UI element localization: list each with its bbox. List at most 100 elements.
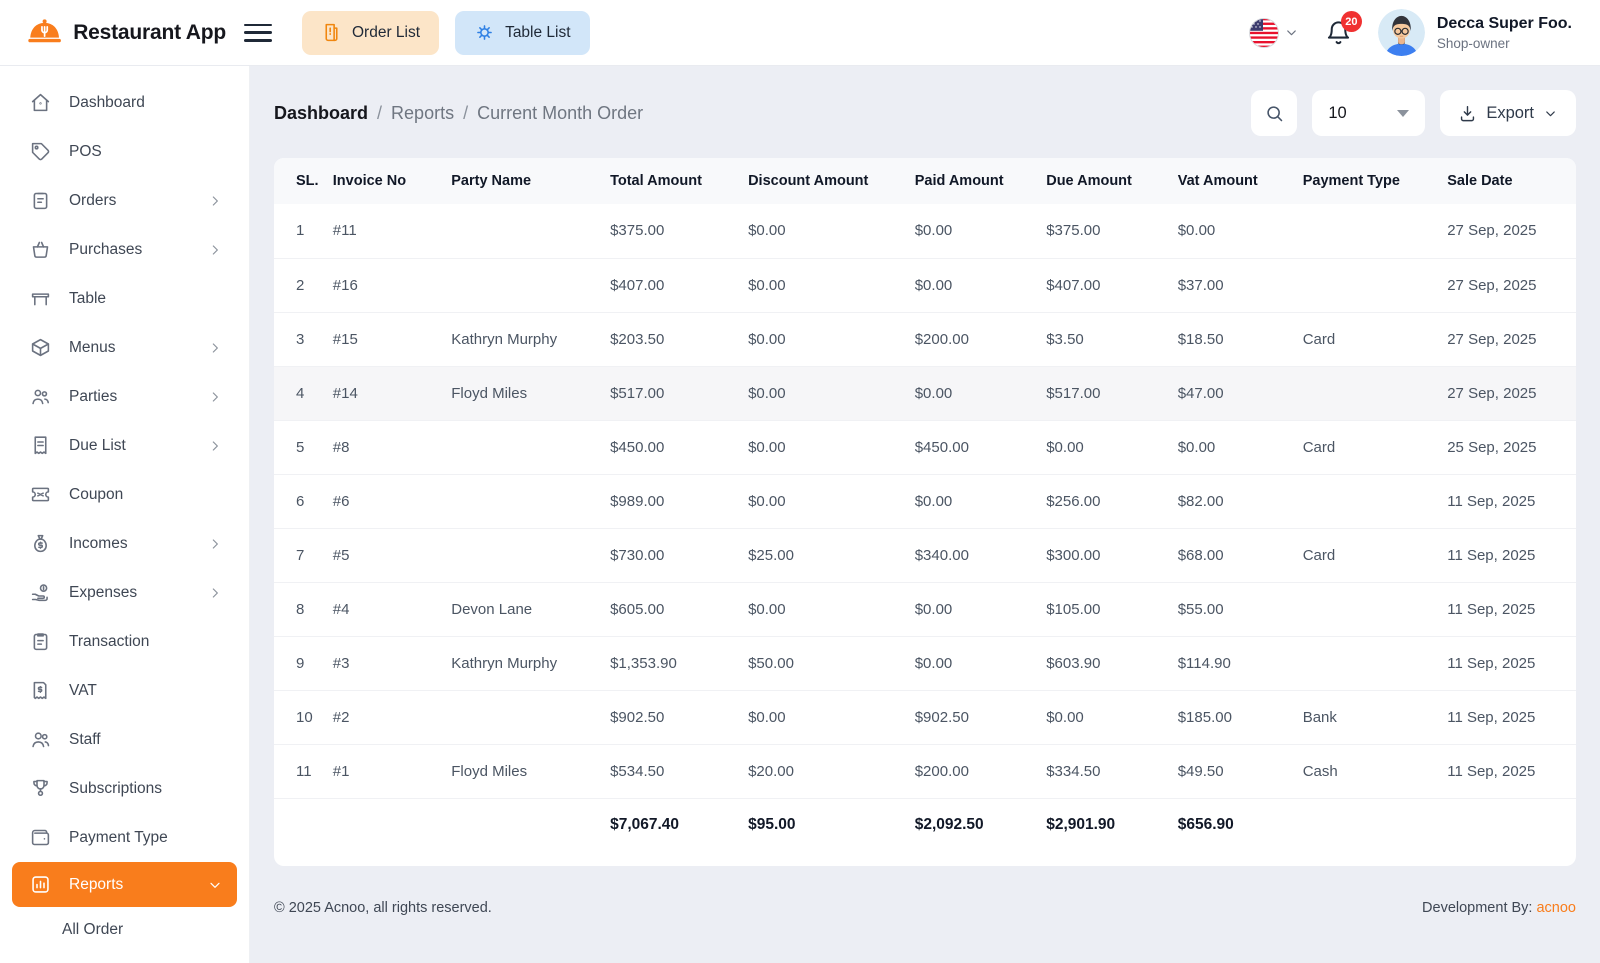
sidebar-item-incomes[interactable]: Incomes [0,519,249,568]
sidebar-item-purchases[interactable]: Purchases [0,225,249,274]
table-row[interactable]: 7 #5 $730.00 $25.00 $340.00 $300.00 $68.… [274,528,1576,582]
cell-sale-date: 11 Sep, 2025 [1439,474,1576,528]
sidebar-item-parties[interactable]: Parties [0,372,249,421]
sidebar-item-menus[interactable]: Menus [0,323,249,372]
sidebar-item-coupon[interactable]: Coupon [0,470,249,519]
page-size-select[interactable]: 10 [1312,90,1425,136]
table-row[interactable]: 1 #11 $375.00 $0.00 $0.00 $375.00 $0.00 … [274,204,1576,258]
sidebar-item-payment-type[interactable]: Payment Type [0,813,249,862]
page-footer: © 2025 Acnoo, all rights reserved. Devel… [274,900,1576,916]
cell-payment-type [1295,258,1440,312]
chevron-right-icon [207,340,223,356]
ticket-icon [30,484,51,505]
table-row[interactable]: 2 #16 $407.00 $0.00 $0.00 $407.00 $37.00… [274,258,1576,312]
acnoo-link[interactable]: acnoo [1536,900,1576,916]
order-list-button[interactable]: Order List [302,11,439,55]
cell-payment-type: Bank [1295,690,1440,744]
cell-party-name: Devon Lane [443,582,602,636]
us-flag-icon [1249,18,1279,48]
language-selector[interactable] [1249,18,1299,48]
cell-invoice-no: #1 [325,744,443,798]
cell-vat-amount: $0.00 [1170,204,1295,258]
cell-due-amount: $603.90 [1038,636,1170,690]
user-meta[interactable]: Decca Super Foo. Shop-owner [1437,15,1572,51]
cell-due-amount: $105.00 [1038,582,1170,636]
table-row[interactable]: 5 #8 $450.00 $0.00 $450.00 $0.00 $0.00 C… [274,420,1576,474]
sidebar-subitem-all-order[interactable]: All Order [62,921,249,939]
sidebar-item-dashboard[interactable]: Dashboard [0,78,249,127]
cell-invoice-no: #15 [325,312,443,366]
brand-name: Restaurant App [73,21,226,45]
sidebar-item-due-list[interactable]: Due List [0,421,249,470]
sidebar-item-pos[interactable]: POS [0,127,249,176]
cell-paid-amount: $0.00 [907,582,1039,636]
chevron-right-icon [207,193,223,209]
sidebar-item-transaction[interactable]: Transaction [0,617,249,666]
cell-total-amount: $203.50 [602,312,740,366]
sidebar-item-vat[interactable]: VAT [0,666,249,715]
orders-table-header: SL.Invoice NoParty NameTotal AmountDisco… [274,158,1576,204]
user-role: Shop-owner [1437,36,1572,51]
sidebar-item-table[interactable]: Table [0,274,249,323]
trophy-icon [30,778,51,799]
sidebar-item-expenses[interactable]: Expenses [0,568,249,617]
cell-invoice-no: #5 [325,528,443,582]
sidebar-item-label: Subscriptions [69,780,223,798]
basket-icon [30,239,51,260]
table-row[interactable]: 3 #15 Kathryn Murphy $203.50 $0.00 $200.… [274,312,1576,366]
cell-discount-amount: $0.00 [740,204,907,258]
sidebar-item-reports[interactable]: Reports [12,862,237,907]
chevron-down-icon [1284,25,1299,40]
dev-credit: Development By: acnoo [1422,900,1576,916]
cell-paid-amount: $450.00 [907,420,1039,474]
cell-due-amount: $256.00 [1038,474,1170,528]
cell-sl: 8 [274,582,325,636]
user-avatar[interactable] [1378,9,1425,56]
cell-due-amount: $334.50 [1038,744,1170,798]
cell-invoice-no: #11 [325,204,443,258]
cell-total-amount: $375.00 [602,204,740,258]
cell-discount-amount: $0.00 [740,258,907,312]
cell-paid-amount: $200.00 [907,744,1039,798]
table-list-button[interactable]: Table List [455,11,589,55]
cell-paid-amount: $200.00 [907,312,1039,366]
search-button[interactable] [1251,90,1297,136]
column-header: Vat Amount [1170,158,1295,204]
chevron-right-icon [207,242,223,258]
breadcrumb-dashboard[interactable]: Dashboard [274,103,368,124]
cell-sl: 7 [274,528,325,582]
cell-party-name [443,204,602,258]
brand-logo[interactable]: Restaurant App [0,15,226,51]
totals-vat-amount: $656.90 [1170,798,1295,852]
cell-sl: 5 [274,420,325,474]
hamburger-menu-icon[interactable] [244,22,272,44]
app-header: Restaurant App Order List Table List [0,0,1600,66]
table-row[interactable]: 6 #6 $989.00 $0.00 $0.00 $256.00 $82.00 … [274,474,1576,528]
export-button[interactable]: Export [1440,90,1576,136]
notifications-button[interactable]: 20 [1325,19,1352,46]
users-icon [30,386,51,407]
cell-party-name: Kathryn Murphy [443,636,602,690]
breadcrumb-reports[interactable]: Reports [391,103,454,124]
restaurant-logo-icon [26,15,63,51]
cell-vat-amount: $82.00 [1170,474,1295,528]
cell-sl: 1 [274,204,325,258]
orders-report-card: SL.Invoice NoParty NameTotal AmountDisco… [274,158,1576,866]
cell-payment-type: Card [1295,312,1440,366]
order-list-label: Order List [352,24,420,42]
sidebar-item-orders[interactable]: Orders [0,176,249,225]
table-row[interactable]: 10 #2 $902.50 $0.00 $902.50 $0.00 $185.0… [274,690,1576,744]
sidebar-item-label: Due List [69,437,189,455]
sidebar-item-subscriptions[interactable]: Subscriptions [0,764,249,813]
cell-party-name [443,258,602,312]
table-row[interactable]: 8 #4 Devon Lane $605.00 $0.00 $0.00 $105… [274,582,1576,636]
search-icon [1264,103,1285,124]
table-row[interactable]: 4 #14 Floyd Miles $517.00 $0.00 $0.00 $5… [274,366,1576,420]
sidebar-item-staff[interactable]: Staff [0,715,249,764]
cell-party-name [443,690,602,744]
cell-vat-amount: $18.50 [1170,312,1295,366]
chevron-right-icon [207,585,223,601]
cell-party-name: Kathryn Murphy [443,312,602,366]
table-row[interactable]: 11 #1 Floyd Miles $534.50 $20.00 $200.00… [274,744,1576,798]
table-row[interactable]: 9 #3 Kathryn Murphy $1,353.90 $50.00 $0.… [274,636,1576,690]
